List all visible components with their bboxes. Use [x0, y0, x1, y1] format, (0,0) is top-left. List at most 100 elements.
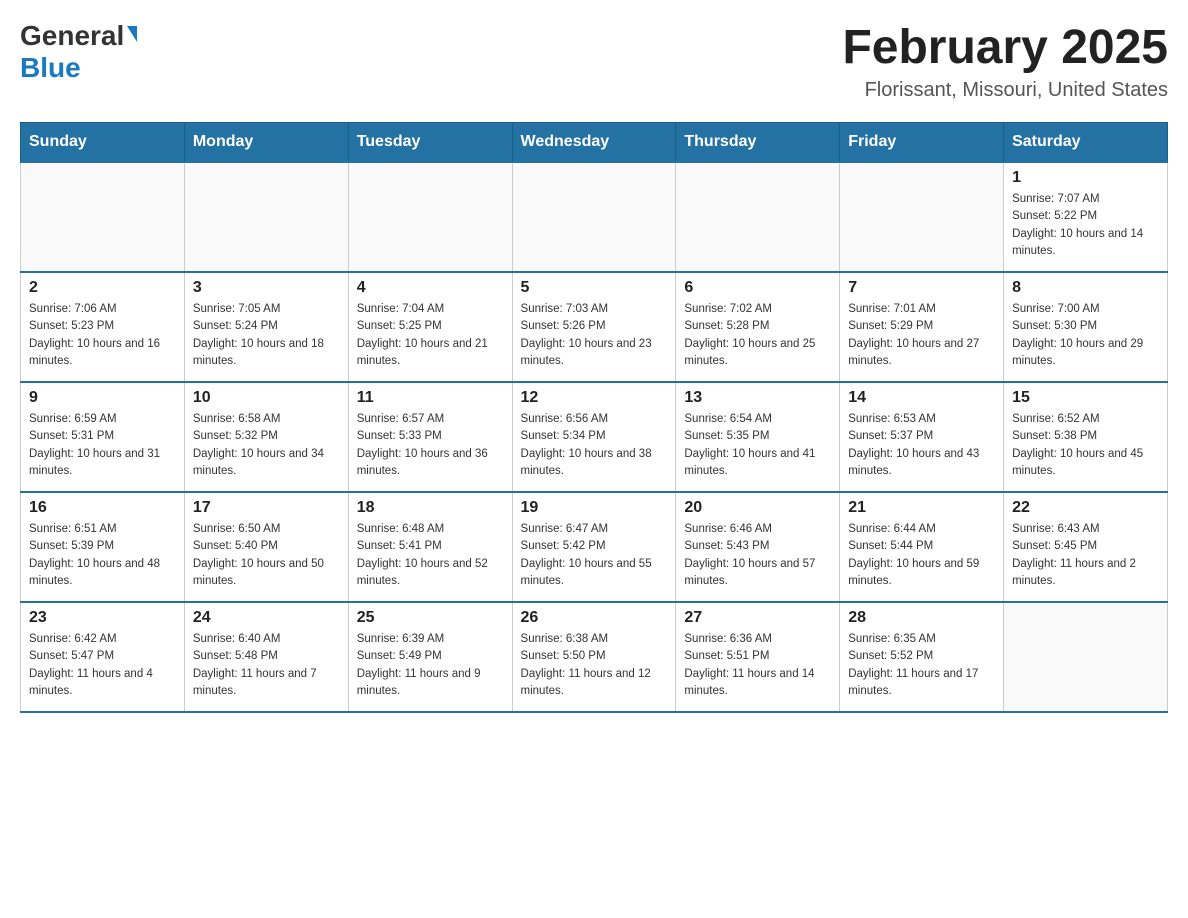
day-number: 12: [521, 389, 668, 407]
day-info: Sunrise: 7:07 AMSunset: 5:22 PMDaylight:…: [1012, 191, 1159, 260]
calendar-cell: 22 Sunrise: 6:43 AMSunset: 5:45 PMDayligh…: [1004, 492, 1168, 602]
day-number: 16: [29, 499, 176, 517]
weekday-header-thursday: Thursday: [676, 123, 840, 163]
title-block: February 2025 Florissant, Missouri, Unit…: [842, 20, 1168, 102]
calendar-cell: 27 Sunrise: 6:36 AMSunset: 5:51 PMDayligh…: [676, 602, 840, 712]
calendar-cell: 1 Sunrise: 7:07 AMSunset: 5:22 PMDaylight…: [1004, 162, 1168, 272]
day-number: 10: [193, 389, 340, 407]
calendar-cell: 11Sunrise: 6:57 AMSunset: 5:33 PMDayligh…: [348, 382, 512, 492]
calendar-cell: [840, 162, 1004, 272]
day-info: Sunrise: 6:43 AMSunset: 5:45 PMDaylight:…: [1012, 521, 1159, 590]
day-number: 9: [29, 389, 176, 407]
day-number: 20: [684, 499, 831, 517]
weekday-header-saturday: Saturday: [1004, 123, 1168, 163]
calendar-cell: 25 Sunrise: 6:39 AMSunset: 5:49 PMDayligh…: [348, 602, 512, 712]
day-number: 7: [848, 279, 995, 297]
calendar-cell: 10 Sunrise: 6:58 AMSunset: 5:32 PMDayligh…: [184, 382, 348, 492]
day-info: Sunrise: 6:36 AMSunset: 5:51 PMDaylight:…: [684, 631, 831, 700]
calendar-cell: 18 Sunrise: 6:48 AMSunset: 5:41 PMDayligh…: [348, 492, 512, 602]
calendar-cell: 13 Sunrise: 6:54 AMSunset: 5:35 PMDayligh…: [676, 382, 840, 492]
day-info: Sunrise: 6:58 AMSunset: 5:32 PMDaylight:…: [193, 411, 340, 480]
day-number: 14: [848, 389, 995, 407]
calendar-cell: 17 Sunrise: 6:50 AMSunset: 5:40 PMDayligh…: [184, 492, 348, 602]
day-info: Sunrise: 6:38 AMSunset: 5:50 PMDaylight:…: [521, 631, 668, 700]
day-number: 17: [193, 499, 340, 517]
calendar-cell: [184, 162, 348, 272]
calendar-cell: 12 Sunrise: 6:56 AMSunset: 5:34 PMDayligh…: [512, 382, 676, 492]
day-number: 15: [1012, 389, 1159, 407]
day-info: Sunrise: 7:01 AMSunset: 5:29 PMDaylight:…: [848, 301, 995, 370]
day-number: 3: [193, 279, 340, 297]
calendar-week-row-5: 23 Sunrise: 6:42 AMSunset: 5:47 PMDayligh…: [21, 602, 1168, 712]
day-info: Sunrise: 6:51 AMSunset: 5:39 PMDaylight:…: [29, 521, 176, 590]
day-number: 5: [521, 279, 668, 297]
day-number: 26: [521, 609, 668, 627]
logo-triangle-icon: [127, 26, 137, 42]
calendar-cell: [512, 162, 676, 272]
day-info: Sunrise: 7:03 AMSunset: 5:26 PMDaylight:…: [521, 301, 668, 370]
calendar-cell: 28Sunrise: 6:35 AMSunset: 5:52 PMDayligh…: [840, 602, 1004, 712]
logo-general-text: General: [20, 20, 124, 52]
calendar-cell: 7 Sunrise: 7:01 AMSunset: 5:29 PMDaylight…: [840, 272, 1004, 382]
calendar-cell: 16 Sunrise: 6:51 AMSunset: 5:39 PMDayligh…: [21, 492, 185, 602]
calendar-cell: 3 Sunrise: 7:05 AMSunset: 5:24 PMDaylight…: [184, 272, 348, 382]
day-number: 22: [1012, 499, 1159, 517]
calendar-cell: 5 Sunrise: 7:03 AMSunset: 5:26 PMDaylight…: [512, 272, 676, 382]
day-info: Sunrise: 6:50 AMSunset: 5:40 PMDaylight:…: [193, 521, 340, 590]
day-info: Sunrise: 6:52 AMSunset: 5:38 PMDaylight:…: [1012, 411, 1159, 480]
day-info: Sunrise: 6:56 AMSunset: 5:34 PMDaylight:…: [521, 411, 668, 480]
calendar-cell: 24 Sunrise: 6:40 AMSunset: 5:48 PMDayligh…: [184, 602, 348, 712]
day-number: 13: [684, 389, 831, 407]
day-info: Sunrise: 7:00 AMSunset: 5:30 PMDaylight:…: [1012, 301, 1159, 370]
calendar-week-row-3: 9 Sunrise: 6:59 AMSunset: 5:31 PMDaylight…: [21, 382, 1168, 492]
month-title: February 2025: [842, 20, 1168, 75]
day-info: Sunrise: 6:48 AMSunset: 5:41 PMDaylight:…: [357, 521, 504, 590]
day-number: 2: [29, 279, 176, 297]
day-number: 25: [357, 609, 504, 627]
day-info: Sunrise: 6:46 AMSunset: 5:43 PMDaylight:…: [684, 521, 831, 590]
day-info: Sunrise: 6:54 AMSunset: 5:35 PMDaylight:…: [684, 411, 831, 480]
calendar-week-row-1: 1 Sunrise: 7:07 AMSunset: 5:22 PMDaylight…: [21, 162, 1168, 272]
day-number: 8: [1012, 279, 1159, 297]
day-number: 11: [357, 389, 504, 407]
calendar-cell: 23 Sunrise: 6:42 AMSunset: 5:47 PMDayligh…: [21, 602, 185, 712]
weekday-header-friday: Friday: [840, 123, 1004, 163]
day-info: Sunrise: 6:44 AMSunset: 5:44 PMDaylight:…: [848, 521, 995, 590]
logo-blue-text: Blue: [20, 52, 81, 83]
calendar-cell: 6Sunrise: 7:02 AMSunset: 5:28 PMDaylight…: [676, 272, 840, 382]
day-info: Sunrise: 6:39 AMSunset: 5:49 PMDaylight:…: [357, 631, 504, 700]
day-number: 23: [29, 609, 176, 627]
day-number: 24: [193, 609, 340, 627]
weekday-header-wednesday: Wednesday: [512, 123, 676, 163]
day-number: 4: [357, 279, 504, 297]
calendar-cell: [21, 162, 185, 272]
day-number: 18: [357, 499, 504, 517]
calendar-cell: 20 Sunrise: 6:46 AMSunset: 5:43 PMDayligh…: [676, 492, 840, 602]
logo: General Blue: [20, 20, 137, 84]
day-info: Sunrise: 6:59 AMSunset: 5:31 PMDaylight:…: [29, 411, 176, 480]
day-number: 1: [1012, 169, 1159, 187]
calendar-cell: [676, 162, 840, 272]
day-number: 21: [848, 499, 995, 517]
day-info: Sunrise: 6:40 AMSunset: 5:48 PMDaylight:…: [193, 631, 340, 700]
day-info: Sunrise: 6:35 AMSunset: 5:52 PMDaylight:…: [848, 631, 995, 700]
day-number: 27: [684, 609, 831, 627]
calendar-cell: 9 Sunrise: 6:59 AMSunset: 5:31 PMDaylight…: [21, 382, 185, 492]
calendar-cell: 21 Sunrise: 6:44 AMSunset: 5:44 PMDayligh…: [840, 492, 1004, 602]
page-header: General Blue February 2025 Florissant, M…: [20, 20, 1168, 102]
day-info: Sunrise: 7:06 AMSunset: 5:23 PMDaylight:…: [29, 301, 176, 370]
calendar-week-row-4: 16 Sunrise: 6:51 AMSunset: 5:39 PMDayligh…: [21, 492, 1168, 602]
calendar-cell: 2 Sunrise: 7:06 AMSunset: 5:23 PMDaylight…: [21, 272, 185, 382]
location-subtitle: Florissant, Missouri, United States: [842, 79, 1168, 102]
calendar-cell: [1004, 602, 1168, 712]
calendar-cell: 8 Sunrise: 7:00 AMSunset: 5:30 PMDaylight…: [1004, 272, 1168, 382]
weekday-header-tuesday: Tuesday: [348, 123, 512, 163]
day-info: Sunrise: 7:04 AMSunset: 5:25 PMDaylight:…: [357, 301, 504, 370]
day-info: Sunrise: 7:02 AMSunset: 5:28 PMDaylight:…: [684, 301, 831, 370]
day-number: 19: [521, 499, 668, 517]
day-info: Sunrise: 7:05 AMSunset: 5:24 PMDaylight:…: [193, 301, 340, 370]
weekday-header-monday: Monday: [184, 123, 348, 163]
calendar-cell: 14Sunrise: 6:53 AMSunset: 5:37 PMDayligh…: [840, 382, 1004, 492]
day-info: Sunrise: 6:42 AMSunset: 5:47 PMDaylight:…: [29, 631, 176, 700]
calendar-cell: 19Sunrise: 6:47 AMSunset: 5:42 PMDayligh…: [512, 492, 676, 602]
